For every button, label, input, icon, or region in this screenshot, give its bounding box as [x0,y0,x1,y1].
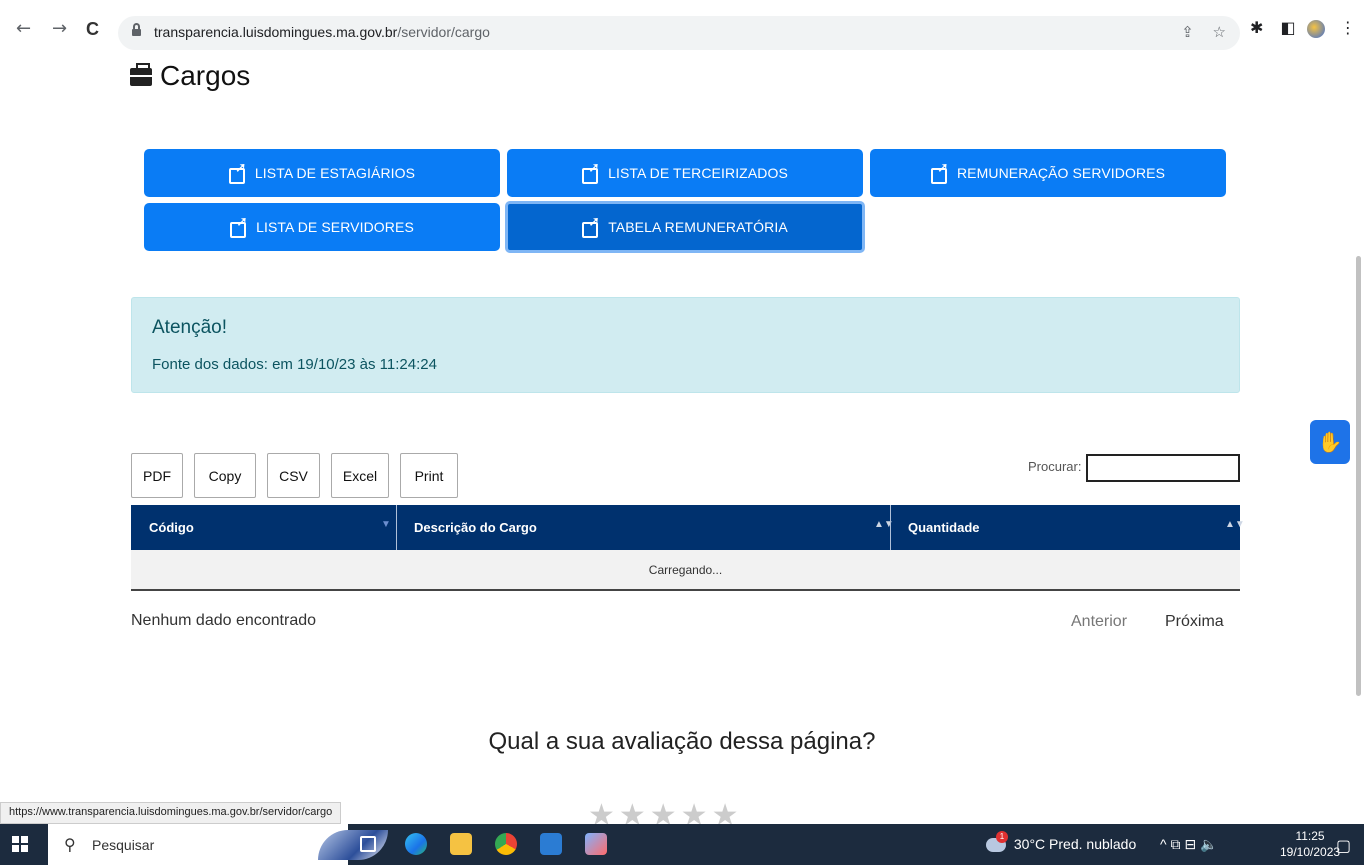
lock-icon [132,23,141,37]
url-text: transparencia.luisdomingues.ma.gov.br/se… [154,24,490,40]
external-link-icon [230,214,248,238]
remuneracao-servidores-button[interactable]: REMUNERAÇÃO SERVIDORES [870,149,1226,197]
lista-servidores-button[interactable]: LISTA DE SERVIDORES [144,203,500,251]
side-panel-icon[interactable]: ◧ [1281,18,1296,37]
copy-button[interactable]: Copy [194,453,256,498]
task-view-icon[interactable] [360,836,376,852]
lista-terceirizados-button[interactable]: LISTA DE TERCEIRIZADOS [507,149,863,197]
search-label: Procurar: [1028,459,1082,474]
search-input[interactable] [1086,454,1240,482]
csv-button[interactable]: CSV [267,453,320,498]
browser-toolbar: ← → C transparencia.luisdomingues.ma.gov… [0,0,1364,56]
lista-estagiarios-button[interactable]: LISTA DE ESTAGIÁRIOS [144,149,500,197]
windows-start-icon[interactable] [12,836,28,852]
back-icon[interactable]: ← [16,20,31,38]
paint-icon[interactable] [585,833,607,855]
external-link-icon [930,160,949,184]
search-icon: ⚲ [64,835,76,854]
forward-icon[interactable]: → [52,20,67,38]
menu-icon[interactable]: ⋮ [1340,18,1356,37]
bookmark-star-icon[interactable]: ☆ [1213,23,1226,41]
table-info: Nenhum dado encontrado [131,612,317,629]
print-button[interactable]: Print [400,453,458,498]
briefcase-icon [130,63,152,86]
table-row: Carregando... [131,550,1240,591]
weather-widget[interactable]: 1 30°C Pred. nublado [986,831,1136,853]
taskbar-search[interactable]: ⚲ Pesquisar [48,824,388,865]
external-link-icon [582,160,600,184]
vlibras-accessibility-icon[interactable]: ✋ [1310,420,1350,464]
address-bar[interactable]: transparencia.luisdomingues.ma.gov.br/se… [118,16,1240,50]
column-descricao[interactable]: Descrição do Cargo [396,505,890,550]
cloud-icon: 1 [986,831,1008,853]
sort-icon: ▲▼ [1225,519,1245,530]
info-alert: Atenção! Fonte dos dados: em 19/10/23 às… [131,297,1240,393]
word-document-icon[interactable] [540,833,562,855]
column-quantidade[interactable]: Quantidade [890,505,1240,550]
excel-button[interactable]: Excel [331,453,389,498]
edge-browser-icon[interactable] [405,833,427,855]
column-codigo[interactable]: Código [131,505,396,550]
taskbar-clock[interactable]: 11:25 19/10/2023 [1280,828,1340,860]
share-icon[interactable]: ⇪ [1181,23,1194,41]
search-highlight-image [318,830,388,860]
alert-heading: Atenção! [152,317,227,338]
extensions-icon[interactable]: ✱ [1250,18,1263,37]
profile-avatar[interactable] [1306,19,1325,38]
rating-question: Qual a sua avaliação dessa página? [488,728,876,755]
page-content: Cargos LISTA DE ESTAGIÁRIOS LISTA DE TER… [0,56,1364,824]
file-explorer-icon[interactable] [450,833,472,855]
system-tray-icons[interactable]: ^ ⧉ ⊟ 🔈 [1160,836,1217,853]
table-header: Código ▼ Descrição do Cargo ▲▼ Quantidad… [131,505,1245,550]
reload-icon[interactable]: C [86,20,99,38]
rating-stars[interactable]: ★★★★★ [588,798,742,824]
scrollbar-thumb[interactable] [1356,256,1361,696]
page-title: Cargos [130,60,250,92]
sort-desc-icon: ▼ [381,519,391,530]
previous-page-button[interactable]: Anterior [1071,613,1127,631]
external-link-icon [582,214,600,238]
windows-taskbar: ⚲ Pesquisar 1 30°C Pred. nublado ^ ⧉ ⊟ 🔈… [0,824,1364,865]
notification-icon[interactable]: ▢ [1336,836,1351,856]
external-link-icon [228,160,247,184]
tabela-remuneratoria-button[interactable]: TABELA REMUNERATÓRIA [505,201,865,253]
alert-text: Fonte dos dados: em 19/10/23 às 11:24:24 [152,356,437,373]
pdf-button[interactable]: PDF [131,453,183,498]
chrome-icon[interactable] [495,833,517,855]
next-page-button[interactable]: Próxima [1165,613,1224,631]
status-bar-url: https://www.transparencia.luisdomingues.… [0,802,342,824]
